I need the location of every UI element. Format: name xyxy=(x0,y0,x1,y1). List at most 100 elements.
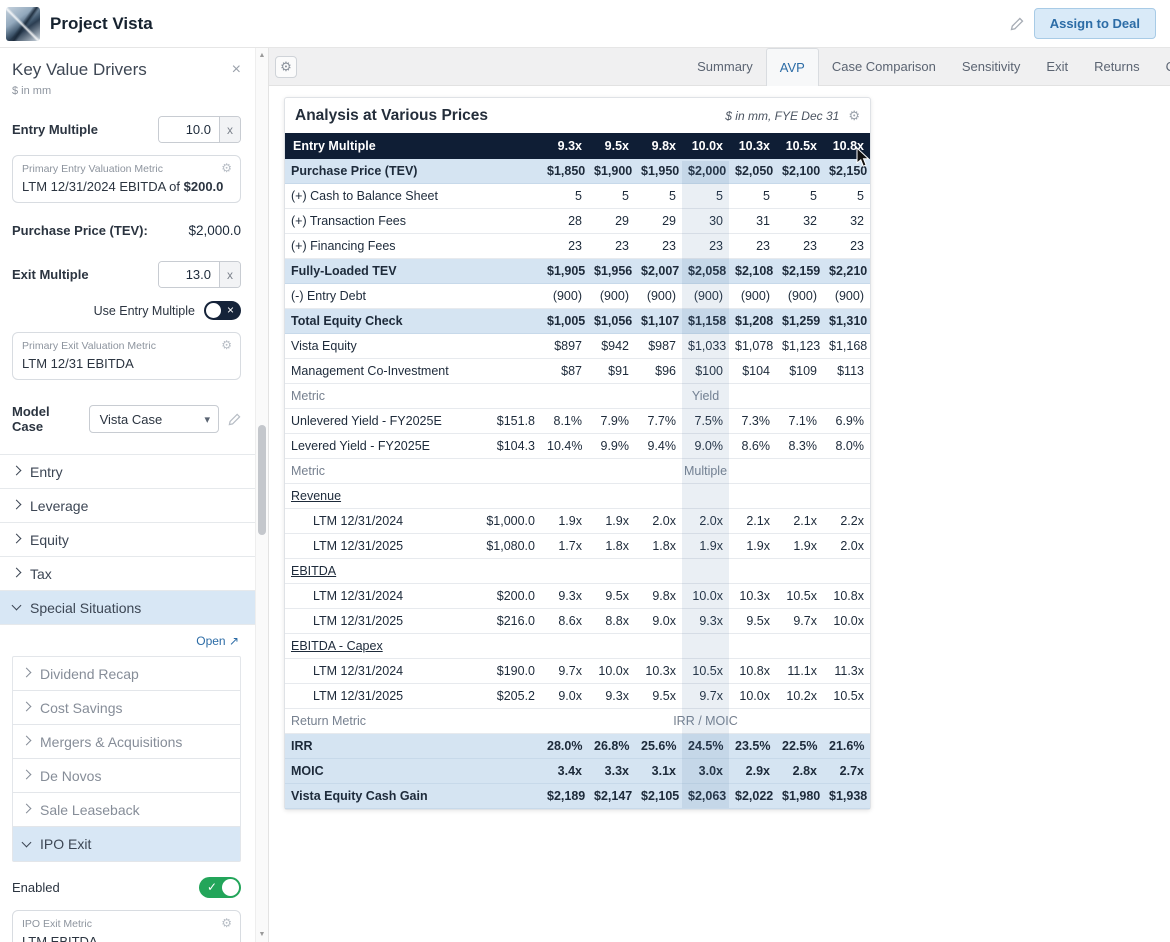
table-cell: $104.3 xyxy=(457,434,541,459)
close-icon[interactable]: × xyxy=(232,62,241,78)
table-cell: Vista Equity xyxy=(285,334,457,359)
main-area: ⚙ SummaryAVPCase ComparisonSensitivityEx… xyxy=(268,48,1170,942)
external-link-icon: ↗ xyxy=(229,634,239,648)
sidebar-section-tax[interactable]: Tax xyxy=(0,556,255,590)
exit-multiple-input[interactable] xyxy=(159,262,219,287)
sidebar-section-special-situations[interactable]: Special Situations xyxy=(0,590,255,624)
table-cell: $1,056 xyxy=(588,309,635,334)
table-cell: 8.6x xyxy=(541,609,588,634)
table-cell: $2,000 xyxy=(682,159,729,184)
table-cell: 9.8x xyxy=(635,584,682,609)
table-cell: LTM 12/31/2024 xyxy=(285,659,457,684)
table-cell: $1,905 xyxy=(541,259,588,284)
table-row: Fully-Loaded TEV$1,905$1,956$2,007$2,058… xyxy=(285,259,870,284)
exit-metric-text: LTM 12/31 EBITDA xyxy=(22,356,231,371)
special-item-ipo-exit[interactable]: IPO Exit xyxy=(13,827,240,861)
model-case-value: Vista Case xyxy=(100,412,163,427)
table-cell: $113 xyxy=(823,359,870,384)
table-row: EBITDA xyxy=(285,559,870,584)
table-cell xyxy=(457,184,541,209)
open-link[interactable]: Open ↗ xyxy=(196,634,239,648)
tab-exit[interactable]: Exit xyxy=(1033,48,1081,86)
column-header: 9.3x xyxy=(541,133,588,159)
table-row: LTM 12/31/2025$205.29.0x9.3x9.5x9.7x10.0… xyxy=(285,684,870,709)
top-bar: Project Vista Assign to Deal xyxy=(0,0,1170,48)
chevron-icon xyxy=(22,702,32,712)
gear-icon[interactable]: ⚙ xyxy=(221,916,232,930)
table-cell: 28.0% xyxy=(541,734,588,759)
settings-icon-button[interactable]: ⚙ xyxy=(275,56,297,78)
table-cell: $2,210 xyxy=(823,259,870,284)
chevron-icon xyxy=(22,668,32,678)
assign-to-deal-button[interactable]: Assign to Deal xyxy=(1034,8,1156,39)
model-case-row: Model Case Vista Case ▾ xyxy=(12,404,241,434)
table-cell: $2,105 xyxy=(635,784,682,809)
table-cell: 9.9% xyxy=(588,434,635,459)
sidebar-section-entry[interactable]: Entry xyxy=(0,454,255,488)
table-row: EBITDA - Capex xyxy=(285,634,870,659)
special-item-mergers-acquisitions[interactable]: Mergers & Acquisitions xyxy=(13,725,240,759)
table-cell: EBITDA xyxy=(285,559,870,584)
section-label: Equity xyxy=(30,532,69,548)
table-cell: 32 xyxy=(776,209,823,234)
special-item-de-novos[interactable]: De Novos xyxy=(13,759,240,793)
sidebar-section-leverage[interactable]: Leverage xyxy=(0,488,255,522)
table-cell: 28 xyxy=(541,209,588,234)
table-cell: $2,022 xyxy=(729,784,776,809)
scroll-down-icon[interactable]: ▼ xyxy=(256,931,268,938)
table-cell: 23 xyxy=(682,234,729,259)
table-cell: $1,900 xyxy=(588,159,635,184)
table-cell: $2,058 xyxy=(682,259,729,284)
edit-pencil-icon[interactable] xyxy=(1010,17,1024,31)
table-cell: 29 xyxy=(588,209,635,234)
tab-summary[interactable]: Summary xyxy=(684,48,766,86)
ipo-enabled-toggle[interactable]: ✓ xyxy=(199,877,241,898)
table-cell: 8.8x xyxy=(588,609,635,634)
table-cell: 7.9% xyxy=(588,409,635,434)
table-cell: 3.1x xyxy=(635,759,682,784)
table-cell: 23 xyxy=(823,234,870,259)
sidebar-section-equity[interactable]: Equity xyxy=(0,522,255,556)
column-header: 9.8x xyxy=(635,133,682,159)
exit-metric-caption: Primary Exit Valuation Metric xyxy=(22,340,231,352)
table-cell: (900) xyxy=(588,284,635,309)
gear-icon[interactable]: ⚙ xyxy=(221,338,232,352)
avp-content: Analysis at Various Prices $ in mm, FYE … xyxy=(269,86,1170,942)
subsection-label: Revenue xyxy=(291,489,341,503)
units-label: $ in mm xyxy=(12,85,241,97)
scroll-up-icon[interactable]: ▲ xyxy=(256,52,268,59)
open-row: Open ↗ xyxy=(12,625,241,656)
purchase-price-value: $2,000.0 xyxy=(188,223,241,238)
tab-avp[interactable]: AVP xyxy=(766,48,819,87)
special-item-sale-leaseback[interactable]: Sale Leaseback xyxy=(13,793,240,827)
column-header: 9.5x xyxy=(588,133,635,159)
edit-case-pencil-icon[interactable] xyxy=(228,413,241,426)
gear-icon[interactable]: ⚙ xyxy=(848,108,860,124)
key-value-drivers-panel: Key Value Drivers × $ in mm Entry Multip… xyxy=(0,48,255,942)
scrollbar-thumb[interactable] xyxy=(258,425,266,535)
gear-icon[interactable]: ⚙ xyxy=(221,161,232,175)
table-cell: 5 xyxy=(682,184,729,209)
table-cell xyxy=(457,334,541,359)
section-label: Entry xyxy=(30,464,63,480)
table-row: (+) Transaction Fees28292930313232 xyxy=(285,209,870,234)
special-item-dividend-recap[interactable]: Dividend Recap xyxy=(13,657,240,691)
table-cell: 9.5x xyxy=(635,684,682,709)
ipo-metric-caption: IPO Exit Metric xyxy=(22,918,231,930)
special-item-cost-savings[interactable]: Cost Savings xyxy=(13,691,240,725)
tab-c[interactable]: C xyxy=(1153,48,1170,86)
table-cell: 9.0% xyxy=(682,434,729,459)
table-cell: Purchase Price (TEV) xyxy=(285,159,457,184)
table-cell: (900) xyxy=(541,284,588,309)
table-cell: $1,850 xyxy=(541,159,588,184)
sidebar-scrollbar[interactable]: ▲ ▼ xyxy=(255,48,268,942)
tab-sensitivity[interactable]: Sensitivity xyxy=(949,48,1034,86)
table-cell: 24.5% xyxy=(682,734,729,759)
entry-multiple-input[interactable] xyxy=(159,117,219,142)
tab-returns[interactable]: Returns xyxy=(1081,48,1153,86)
tab-case-comparison[interactable]: Case Comparison xyxy=(819,48,949,86)
chevron-icon xyxy=(22,837,32,847)
table-cell: $2,159 xyxy=(776,259,823,284)
use-entry-multiple-toggle[interactable]: × xyxy=(204,301,241,320)
model-case-select[interactable]: Vista Case ▾ xyxy=(89,405,219,433)
